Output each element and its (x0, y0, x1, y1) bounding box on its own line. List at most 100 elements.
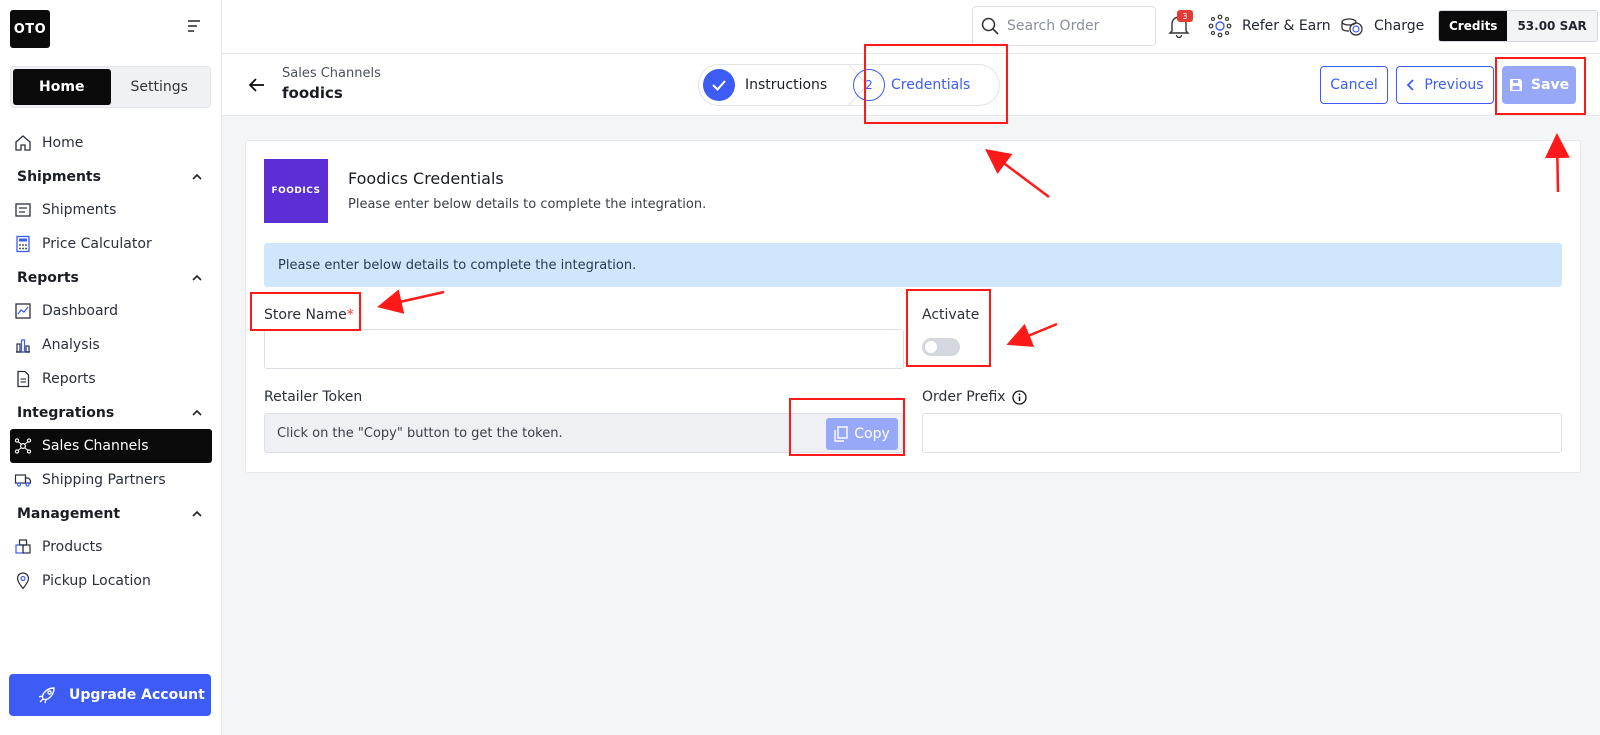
oto-logo[interactable]: OTO (10, 10, 50, 48)
home-tab[interactable]: Home (13, 69, 111, 105)
cancel-button[interactable]: Cancel (1320, 66, 1388, 104)
reports-icon (17, 370, 30, 388)
chevron-up-icon (192, 274, 202, 281)
network-icon (14, 438, 32, 454)
charge-button[interactable]: Charge (1340, 14, 1424, 38)
back-arrow-icon[interactable] (248, 76, 266, 94)
activate-toggle[interactable] (922, 338, 960, 356)
sidebar-item-label: Products (42, 539, 103, 555)
check-icon (712, 80, 726, 91)
menu-collapse-icon[interactable] (186, 18, 202, 34)
breadcrumb[interactable]: Sales Channels (282, 66, 381, 81)
coins-icon (1341, 18, 1363, 36)
home-icon (15, 135, 31, 151)
refer-icon (1208, 14, 1232, 38)
floppy-disk-icon (1509, 79, 1522, 91)
required-mark: * (346, 307, 354, 323)
info-alert: Please enter below details to complete t… (264, 243, 1562, 287)
copy-icon (834, 426, 848, 442)
step-complete-circle (703, 69, 735, 101)
search-placeholder: Search Order (1007, 18, 1100, 34)
order-prefix-text: Order Prefix (922, 389, 1006, 405)
section-reports[interactable]: Reports (0, 261, 222, 294)
sidebar-item-products[interactable]: Products (0, 530, 222, 564)
chevron-up-icon (192, 510, 202, 517)
refer-label: Refer & Earn (1242, 18, 1331, 34)
store-name-input[interactable] (264, 329, 904, 369)
notification-badge: 3 (1177, 10, 1193, 22)
card-title: Foodics Credentials (348, 169, 504, 188)
upgrade-account-button[interactable]: Upgrade Account (9, 674, 211, 716)
section-label: Shipments (17, 168, 101, 185)
sidebar-item-label: Shipments (42, 202, 117, 218)
search-input[interactable]: Search Order (972, 6, 1156, 46)
retailer-token-label: Retailer Token (264, 389, 363, 405)
page-title: foodics (282, 84, 343, 102)
chevron-left-icon (1407, 79, 1415, 91)
sidebar-item-label: Shipping Partners (42, 472, 166, 488)
location-pin-icon (16, 572, 30, 590)
settings-tab[interactable]: Settings (111, 69, 209, 105)
step-instructions[interactable]: Instructions (699, 65, 849, 105)
order-prefix-input[interactable] (922, 413, 1562, 453)
store-name-label: Store Name* (264, 307, 354, 323)
step-number-circle: 2 (853, 69, 885, 101)
stepper: Instructions 2 Credentials (698, 64, 1000, 106)
token-hint: Click on the "Copy" button to get the to… (277, 425, 563, 441)
sidebar-item-reports[interactable]: Reports (0, 362, 222, 396)
page-header: Sales Channels foodics Instructions 2 Cr… (222, 54, 1600, 116)
sidebar-item-shipments[interactable]: Shipments (0, 193, 222, 227)
sidebar-nav: Home Shipments Shipments Price Calculato… (0, 126, 222, 598)
top-bar: Search Order 3 Refer & Earn Charge Credi… (222, 0, 1600, 54)
info-icon[interactable] (1011, 389, 1027, 405)
section-integrations[interactable]: Integrations (0, 396, 222, 429)
save-button[interactable]: Save (1502, 66, 1576, 104)
store-name-text: Store Name (264, 307, 347, 323)
refer-earn-button[interactable]: Refer & Earn (1208, 14, 1331, 38)
step-label: Instructions (745, 77, 828, 93)
credits-display[interactable]: Credits 53.00 SAR (1438, 10, 1598, 42)
copy-button[interactable]: Copy (826, 418, 898, 450)
credits-label: Credits (1439, 11, 1508, 41)
rocket-icon (38, 687, 55, 704)
analysis-icon (16, 339, 30, 353)
section-management[interactable]: Management (0, 497, 222, 530)
dashboard-icon (15, 303, 31, 319)
sidebar-item-shipping-partners[interactable]: Shipping Partners (0, 463, 222, 497)
section-shipments[interactable]: Shipments (0, 160, 222, 193)
sidebar-item-analysis[interactable]: Analysis (0, 328, 222, 362)
upgrade-label: Upgrade Account (69, 687, 205, 703)
section-label: Integrations (17, 404, 115, 421)
previous-label: Previous (1424, 77, 1484, 93)
products-icon (15, 539, 31, 554)
retailer-token-field: Click on the "Copy" button to get the to… (264, 413, 904, 453)
save-label: Save (1530, 77, 1570, 93)
sidebar-item-label: Analysis (42, 337, 100, 353)
truck-icon (14, 474, 32, 487)
search-icon (981, 17, 999, 35)
sidebar-item-label: Pickup Location (42, 573, 151, 589)
chevron-up-icon (192, 173, 202, 180)
section-label: Reports (17, 269, 79, 286)
sidebar-item-label: Price Calculator (42, 236, 152, 252)
activate-label: Activate (922, 307, 980, 323)
sidebar-item-label: Dashboard (42, 303, 118, 319)
credentials-card: FOODICS Foodics Credentials Please enter… (245, 140, 1581, 473)
order-prefix-label: Order Prefix (922, 389, 1027, 405)
sidebar-item-home[interactable]: Home (0, 126, 222, 160)
sidebar-item-label: Home (42, 135, 84, 151)
step-label: Credentials (891, 77, 971, 93)
foodics-logo: FOODICS (264, 159, 328, 223)
sidebar-item-price-calculator[interactable]: Price Calculator (0, 227, 222, 261)
step-credentials[interactable]: 2 Credentials (849, 65, 999, 105)
previous-button[interactable]: Previous (1396, 66, 1494, 104)
sidebar-item-label: Sales Channels (42, 438, 149, 454)
sidebar-item-pickup-location[interactable]: Pickup Location (0, 564, 222, 598)
sidebar-item-label: Reports (42, 371, 96, 387)
sidebar: OTO Home Settings Home Shipments Shipmen… (0, 0, 222, 735)
credits-value: 53.00 SAR (1507, 11, 1597, 41)
sidebar-item-dashboard[interactable]: Dashboard (0, 294, 222, 328)
section-label: Management (17, 505, 121, 522)
sidebar-item-sales-channels[interactable]: Sales Channels (10, 429, 212, 463)
calculator-icon (16, 235, 30, 253)
